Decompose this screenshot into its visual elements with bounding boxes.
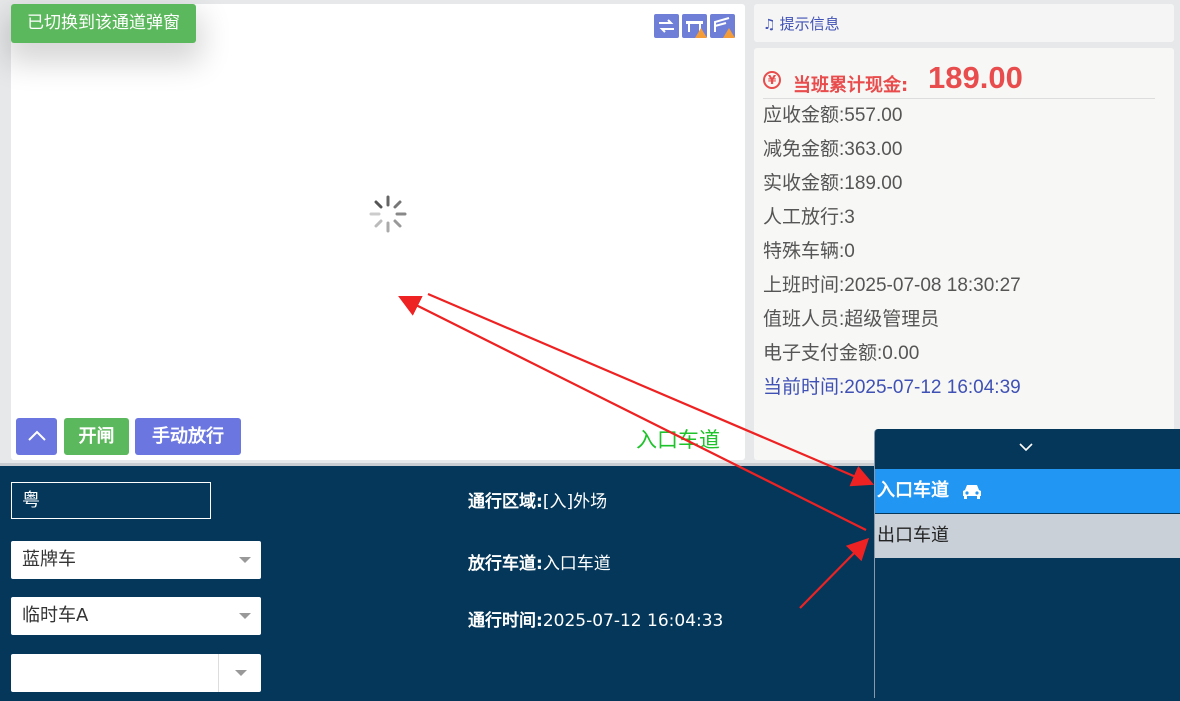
gate-open-warning-icon[interactable] <box>710 14 735 38</box>
pass-time-label: 通行时间: <box>468 611 543 631</box>
cash-total-label: 当班累计现金: <box>793 75 909 96</box>
shift-start-time: 上班时间:2025-07-08 18:30:27 <box>763 275 1021 296</box>
toast-message: 已切换到该通道弹窗 <box>11 4 196 43</box>
lane-name-overlay: 入口车道 <box>636 429 720 452</box>
pass-area: 通行区域:[入]外场 <box>468 487 607 512</box>
e-payment-amount: 电子支付金额:0.00 <box>763 343 920 364</box>
cash-total-row: ¥ 当班累计现金: 189.00 <box>763 60 1155 99</box>
combobox-divider <box>218 654 219 692</box>
caret-down-icon <box>235 670 247 676</box>
vehicle-type-value: 临时车A <box>22 605 89 626</box>
manual-release-button[interactable]: 手动放行 <box>135 418 241 455</box>
receivable-amount: 应收金额:557.00 <box>763 105 903 126</box>
lane-item-entrance[interactable]: 入口车道 <box>875 469 1180 513</box>
yen-icon: ¥ <box>763 71 781 89</box>
bell-icon: ♫ <box>763 17 776 33</box>
received-amount: 实收金额:189.00 <box>763 173 903 194</box>
lane-item-exit[interactable]: 出口车道 <box>875 514 1180 558</box>
manual-release-count: 人工放行:3 <box>763 207 855 228</box>
release-lane: 放行车道:入口车道 <box>468 549 611 574</box>
pass-area-value: [入]外场 <box>542 492 608 512</box>
plate-color-value: 蓝牌车 <box>22 549 76 570</box>
release-lane-label: 放行车道: <box>468 554 543 574</box>
tip-header: ♫ 提示信息 <box>763 13 840 34</box>
special-vehicle-count: 特殊车辆:0 <box>763 241 855 262</box>
discount-amount: 减免金额:363.00 <box>763 139 903 160</box>
lane-item-label: 出口车道 <box>877 525 949 546</box>
chevron-down-icon[interactable] <box>1018 441 1034 453</box>
pass-area-label: 通行区域: <box>468 492 543 512</box>
plate-color-select[interactable]: 蓝牌车 <box>11 541 261 579</box>
extra-combobox[interactable] <box>11 654 261 692</box>
sync-icon[interactable] <box>654 14 679 38</box>
camera-toolbar <box>654 14 735 38</box>
pass-time-value: 2025-07-12 16:04:33 <box>542 611 724 631</box>
shift-info-list: 应收金额:557.00 减免金额:363.00 实收金额:189.00 人工放行… <box>763 104 1021 410</box>
cash-total-value: 189.00 <box>928 60 1023 95</box>
plate-prefix-input[interactable]: 粤 <box>11 482 211 519</box>
loading-spinner-icon <box>369 195 407 233</box>
open-gate-button[interactable]: 开闸 <box>64 418 129 455</box>
caret-down-icon <box>239 613 251 619</box>
pass-time: 通行时间:2025-07-12 16:04:33 <box>468 606 723 631</box>
release-lane-value: 入口车道 <box>542 554 611 574</box>
chevron-up-icon <box>27 430 46 441</box>
lane-item-label: 入口车道 <box>877 480 949 501</box>
current-time: 当前时间:2025-07-12 16:04:39 <box>763 377 1021 398</box>
tip-label: 提示信息 <box>779 15 840 33</box>
barrier-warning-icon[interactable] <box>682 14 707 38</box>
car-icon <box>963 485 982 499</box>
operator-name: 值班人员:超级管理员 <box>763 309 940 330</box>
collapse-up-button[interactable] <box>16 418 57 455</box>
vehicle-type-select[interactable]: 临时车A <box>11 597 261 635</box>
caret-down-icon <box>239 557 251 563</box>
